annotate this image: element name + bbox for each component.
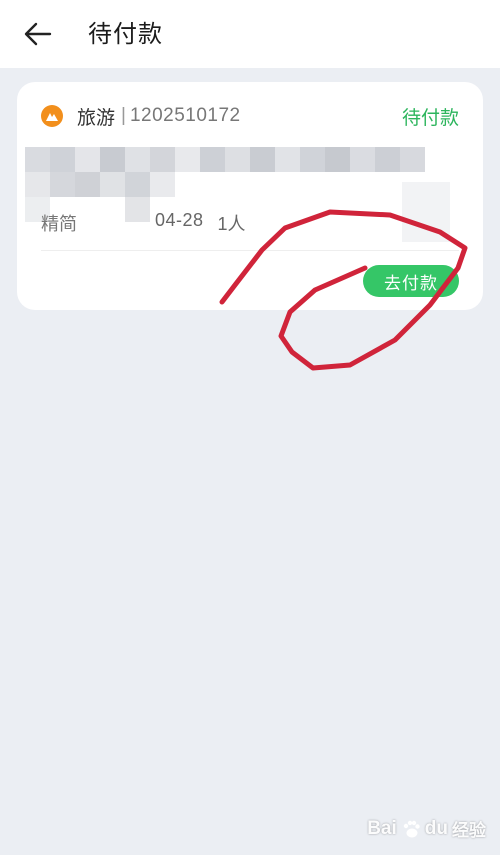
mosaic-block-right <box>402 182 450 242</box>
order-number: 1202510172 <box>129 105 241 126</box>
order-header: 旅游 | 1202510172 <box>41 102 241 130</box>
product-brief: 精简 <box>41 214 77 234</box>
separator: | <box>121 105 126 126</box>
watermark-brand: Bai <box>367 817 397 839</box>
arrow-left-icon <box>24 22 52 46</box>
baidu-watermark: Bai du 经验 <box>367 816 486 841</box>
order-type-label: 旅游 <box>77 107 116 129</box>
order-status: 待付款 <box>401 108 459 129</box>
travel-date: 04-28 <box>155 210 204 230</box>
watermark-du: du <box>424 817 448 839</box>
order-info: 精简 04-28 1人 <box>41 210 246 236</box>
watermark-suffix: 经验 <box>452 821 486 840</box>
people-count: 1人 <box>217 214 246 234</box>
divider <box>41 250 459 251</box>
travel-icon <box>41 105 63 127</box>
back-button[interactable] <box>20 16 56 52</box>
order-card[interactable]: 旅游 | 1202510172 待付款 精简 04-28 1人 去付款 <box>17 82 483 310</box>
pay-button[interactable]: 去付款 <box>363 265 459 297</box>
baidu-paw-icon <box>403 820 420 837</box>
top-bar: 待付款 <box>0 0 500 68</box>
page-title: 待付款 <box>88 21 163 48</box>
